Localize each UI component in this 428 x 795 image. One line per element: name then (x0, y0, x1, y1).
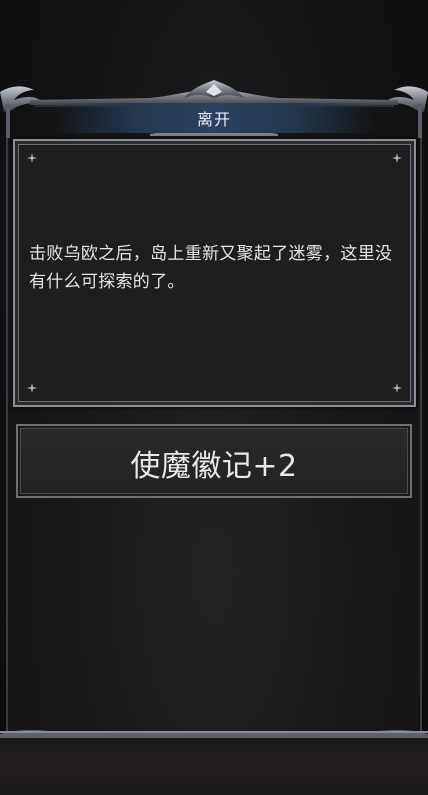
floor-area (0, 738, 428, 795)
event-screen: 离开 击败乌欧之后，岛上重新又聚起了迷雾，这里没有什么可探索的了。 使魔徽记+2 (0, 0, 428, 795)
option-button-reward[interactable]: 使魔徽记+2 (16, 424, 412, 498)
event-message: 击败乌欧之后，岛上重新又聚起了迷雾，这里没有什么可探索的了。 (29, 244, 393, 292)
message-box: 击败乌欧之后，岛上重新又聚起了迷雾，这里没有什么可探索的了。 (13, 139, 416, 407)
option-label: 使魔徽记+2 (130, 449, 298, 484)
corner-star-icon (27, 153, 37, 163)
corner-star-icon (27, 383, 37, 393)
bottom-frame-trim (0, 730, 428, 738)
corner-star-icon (392, 153, 402, 163)
dialog-title: 离开 (196, 110, 231, 129)
corner-star-icon (392, 383, 402, 393)
